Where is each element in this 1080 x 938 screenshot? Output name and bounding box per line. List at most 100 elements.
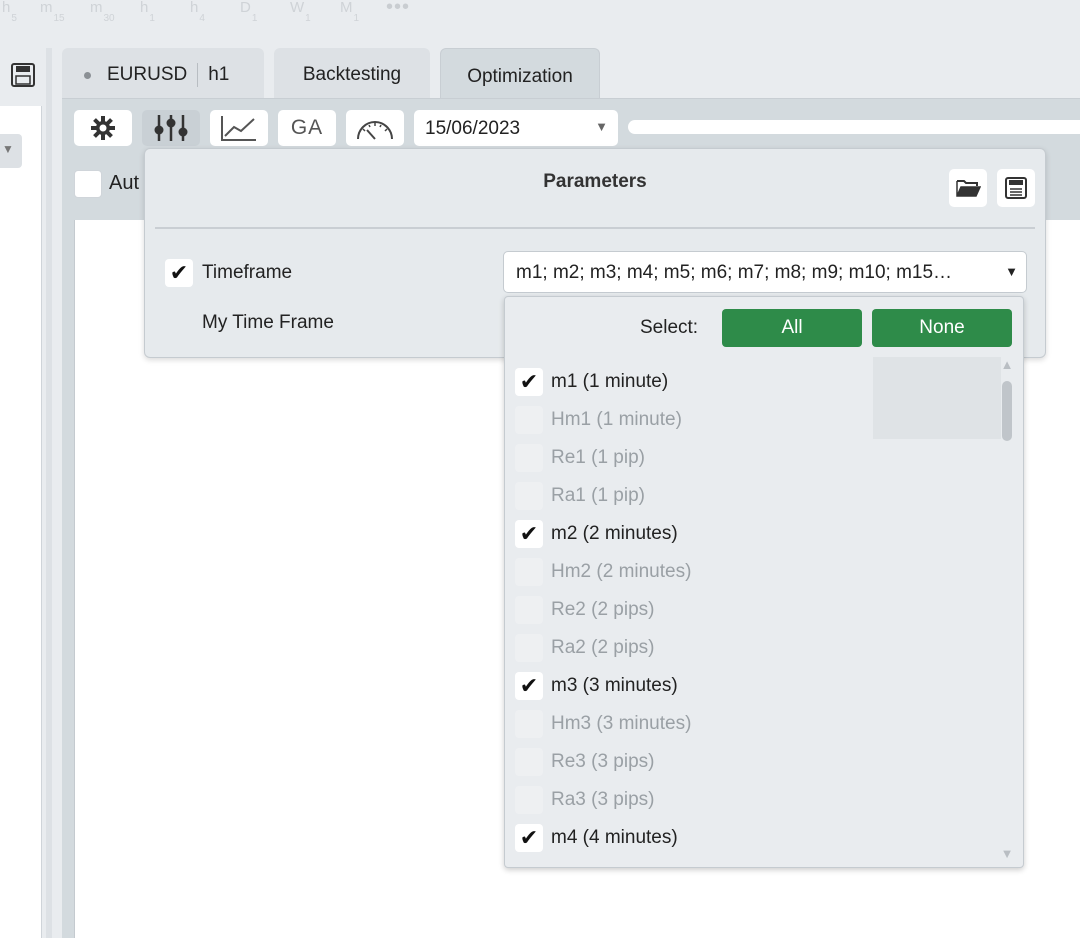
list-item[interactable]: Ra3 (3 pips) <box>515 781 995 819</box>
select-all-button[interactable]: All <box>722 309 862 347</box>
item-label: m2 (2 minutes) <box>551 523 678 544</box>
item-label: Ra3 (3 pips) <box>551 789 655 810</box>
list-item[interactable]: ✔ m4 (4 minutes) <box>515 819 995 857</box>
more-timeframes-button[interactable]: ••• <box>386 0 410 19</box>
line-chart-icon <box>221 116 256 141</box>
speedometer-icon <box>357 121 393 140</box>
item-checkbox[interactable] <box>515 710 543 738</box>
list-item[interactable]: Re3 (3 pips) <box>515 743 995 781</box>
save-parameters-button[interactable] <box>997 169 1035 207</box>
list-scrollbar[interactable]: ▲ ▼ <box>999 357 1015 861</box>
chevron-down-icon: ▼ <box>1005 264 1018 279</box>
item-checkbox[interactable] <box>515 634 543 662</box>
parameters-title: Parameters <box>543 171 647 192</box>
item-checkbox[interactable]: ✔ <box>515 368 543 396</box>
folder-open-icon <box>956 180 981 197</box>
sliders-icon <box>154 115 188 141</box>
left-panel-splitter[interactable] <box>46 48 52 938</box>
item-label: Ra2 (2 pips) <box>551 637 655 658</box>
item-checkbox[interactable]: ✔ <box>515 672 543 700</box>
chevron-down-icon: ▼ <box>595 119 608 134</box>
scroll-up-icon[interactable]: ▲ <box>999 357 1015 372</box>
item-checkbox[interactable] <box>515 748 543 776</box>
timeframe-dropdown: Select: All None ✔ m1 (1 minute) Hm1 (1 mi… <box>504 296 1024 868</box>
item-checkbox[interactable] <box>515 596 543 624</box>
list-item[interactable]: Ra2 (2 pips) <box>515 629 995 667</box>
my-timeframe-label: My Time Frame <box>202 312 334 333</box>
left-panel <box>0 106 42 938</box>
speed-button[interactable] <box>346 110 404 146</box>
genetic-algorithm-button[interactable]: GA <box>278 110 336 146</box>
tf-w1[interactable]: W1 <box>290 0 311 24</box>
list-item[interactable]: Hm1 (1 minute) <box>515 401 995 439</box>
scroll-thumb[interactable] <box>1002 381 1012 441</box>
tab-period: h1 <box>208 64 230 85</box>
item-label: m1 (1 minute) <box>551 371 669 392</box>
list-item[interactable]: ✔ m1 (1 minute) <box>515 363 995 401</box>
item-checkbox[interactable] <box>515 406 543 434</box>
list-item[interactable]: ✔ m2 (2 minutes) <box>515 515 995 553</box>
item-checkbox[interactable] <box>515 444 543 472</box>
tf-h4[interactable]: h4 <box>190 0 205 24</box>
tf-m15[interactable]: m15 <box>40 0 65 24</box>
item-checkbox[interactable] <box>515 786 543 814</box>
item-label: m4 (4 minutes) <box>551 827 678 848</box>
checkmark-icon: ✔ <box>519 825 539 850</box>
checkmark-icon: ✔ <box>519 369 539 394</box>
save-icon[interactable] <box>10 62 36 88</box>
item-checkbox[interactable]: ✔ <box>515 824 543 852</box>
timeframe-label: Timeframe <box>202 262 293 283</box>
item-label: Re2 (2 pips) <box>551 599 655 620</box>
item-label: Hm2 (2 minutes) <box>551 561 692 582</box>
status-dot-icon <box>84 71 91 79</box>
list-item[interactable]: Hm2 (2 minutes) <box>515 553 995 591</box>
checkmark-icon: ✔ <box>519 521 539 546</box>
gear-icon <box>91 116 115 140</box>
tab-optimization[interactable]: Optimization <box>440 48 600 102</box>
open-file-button[interactable] <box>949 169 987 207</box>
tf-h1[interactable]: h1 <box>140 0 155 24</box>
list-item[interactable]: ✔ m3 (3 minutes) <box>515 667 995 705</box>
timeframe-strip: h5 m15 m30 h1 h4 D1 W1 M1 ••• <box>0 0 440 28</box>
scroll-down-icon[interactable]: ▼ <box>999 846 1015 861</box>
timeframe-select[interactable]: m1; m2; m3; m4; m5; m6; m7; m8; m9; m10;… <box>503 251 1027 293</box>
tf-mn1[interactable]: M1 <box>340 0 359 24</box>
progress-bar <box>628 120 1080 134</box>
tab-backtesting[interactable]: Backtesting <box>274 48 430 100</box>
list-item[interactable]: Re2 (2 pips) <box>515 591 995 629</box>
tab-chart[interactable]: EURUSD h1 <box>62 48 264 100</box>
divider <box>155 227 1035 229</box>
checkmark-icon: ✔ <box>169 260 189 285</box>
item-label: Hm3 (3 minutes) <box>551 713 692 734</box>
settings-button[interactable] <box>74 110 132 146</box>
timeframe-checkbox[interactable]: ✔ <box>165 259 193 287</box>
auto-label: Aut <box>109 172 140 194</box>
list-item[interactable]: Hm3 (3 minutes) <box>515 705 995 743</box>
tab-symbol: EURUSD <box>107 64 188 85</box>
item-checkbox[interactable]: ✔ <box>515 520 543 548</box>
item-checkbox[interactable] <box>515 482 543 510</box>
list-item[interactable]: Re1 (1 pip) <box>515 439 995 477</box>
item-checkbox[interactable] <box>515 558 543 586</box>
chevron-down-icon: ▼ <box>2 142 14 156</box>
tf-d1[interactable]: D1 <box>240 0 257 24</box>
list-item[interactable]: Ra1 (1 pip) <box>515 477 995 515</box>
item-label: Re3 (3 pips) <box>551 751 655 772</box>
parameters-button[interactable] <box>142 110 200 146</box>
checkmark-icon: ✔ <box>519 673 539 698</box>
timeframe-list: ✔ m1 (1 minute) Hm1 (1 minute) Re1 (1 pip) R… <box>515 363 995 857</box>
tf-m30[interactable]: m30 <box>90 0 115 24</box>
item-label: Hm1 (1 minute) <box>551 409 682 430</box>
auto-checkbox[interactable] <box>74 170 102 198</box>
tf-h5[interactable]: h5 <box>2 0 17 24</box>
item-label: Ra1 (1 pip) <box>551 485 645 506</box>
chart-button[interactable] <box>210 110 268 146</box>
left-dropdown[interactable]: ▼ <box>0 134 22 168</box>
save-icon <box>1005 177 1027 199</box>
item-label: Re1 (1 pip) <box>551 447 645 468</box>
select-none-button[interactable]: None <box>872 309 1012 347</box>
item-label: m3 (3 minutes) <box>551 675 678 696</box>
select-label: Select: <box>640 317 699 338</box>
tab-separator <box>197 63 199 87</box>
end-date-select[interactable]: 15/06/2023 ▼ <box>414 110 618 146</box>
